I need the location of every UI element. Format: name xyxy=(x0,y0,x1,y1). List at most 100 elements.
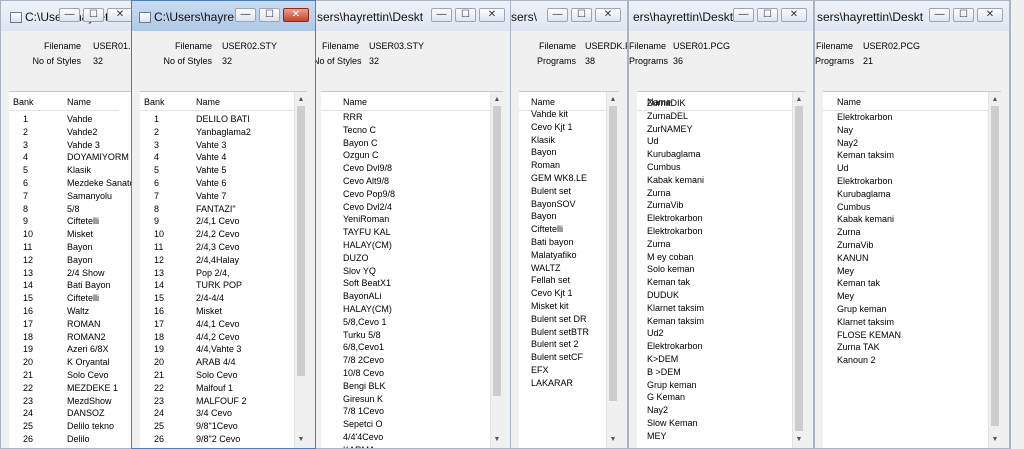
column-header-bank[interactable]: Bank xyxy=(13,97,34,107)
list-row[interactable]: 21 Solo Cevo xyxy=(9,370,119,383)
column-header-name[interactable]: Name xyxy=(343,97,367,107)
list-row[interactable]: Bulent set DR xyxy=(519,314,607,327)
list-row[interactable]: Elektrokarbon xyxy=(637,226,793,239)
list-row[interactable]: Nay xyxy=(823,125,989,138)
list-row[interactable]: 18 4/4,2 Cevo xyxy=(140,332,295,345)
scroll-up-arrow[interactable]: ▲ xyxy=(295,94,307,106)
list-row[interactable]: 14 TURK POP xyxy=(140,280,295,293)
list-row[interactable]: Malatyafiko xyxy=(519,250,607,263)
list-row[interactable]: KARMA xyxy=(321,445,491,448)
list-row[interactable]: 10 Misket xyxy=(9,229,119,242)
minimize-button[interactable]: — xyxy=(59,8,80,22)
maximize-button[interactable]: ☐ xyxy=(83,8,104,22)
list-row[interactable]: Cevo Kjt 1 xyxy=(519,122,607,135)
list-row[interactable]: Kurubaglama xyxy=(823,189,989,202)
list-row[interactable]: 8 5/8 xyxy=(9,204,119,217)
list-row[interactable]: Kabak kemani xyxy=(823,214,989,227)
maximize-button[interactable]: ☐ xyxy=(259,8,280,22)
close-button[interactable]: ✕ xyxy=(107,8,133,22)
list-row[interactable]: 4 DOYAMIYORM xyxy=(9,152,129,165)
list-row[interactable]: Cevo Pop9/8 xyxy=(321,189,491,202)
list-row[interactable]: 13 Pop 2/4, xyxy=(140,268,295,281)
list-row[interactable]: 25 9/8"1Cevo xyxy=(140,421,295,434)
list-row[interactable]: Mey xyxy=(823,266,989,279)
list-row[interactable]: Tecno C xyxy=(321,125,491,138)
vertical-scrollbar[interactable]: ▲ ▼ xyxy=(792,92,805,448)
minimize-button[interactable]: — xyxy=(431,8,452,22)
maximize-button[interactable]: ☐ xyxy=(757,8,778,22)
window-5[interactable]: ers\hayrettin\Deskt — ☐ ✕ Filename USER01.PCG… xyxy=(628,0,814,449)
list-row[interactable]: Slow Keman xyxy=(637,418,793,431)
list-row[interactable]: Zurna xyxy=(823,227,989,240)
window-6[interactable]: sers\hayrettin\Deskt — ☐ ✕ Filename USER02.PC… xyxy=(814,0,1010,449)
list-row[interactable]: Bayon xyxy=(519,147,607,160)
list-row[interactable]: 7 Vahte 7 xyxy=(140,191,295,204)
list-row[interactable]: Ud2 xyxy=(637,328,793,341)
list-row[interactable]: 21 Solo Cevo xyxy=(140,370,295,383)
vertical-scrollbar[interactable]: ▲ ▼ xyxy=(490,92,503,448)
list-row[interactable]: GEM WK8.LE xyxy=(519,173,607,186)
list-row[interactable]: Kurubaglama xyxy=(637,149,793,162)
list-row[interactable]: FLOSE KEMAN xyxy=(823,330,989,343)
scroll-up-arrow[interactable]: ▲ xyxy=(607,94,619,106)
column-header-bank[interactable]: Bank xyxy=(144,97,165,107)
scroll-up-arrow[interactable]: ▲ xyxy=(989,94,1001,106)
list-row[interactable]: Ozgun C xyxy=(321,150,491,163)
list-row[interactable]: Bulent setCF xyxy=(519,352,607,365)
list-row[interactable]: KANUN xyxy=(823,253,989,266)
title-bar[interactable]: C:\Users\hayrettin\Deskt—☐✕ xyxy=(1,1,139,31)
window-3[interactable]: sers\hayrettin\Deskt — ☐ ✕ Filename USER03.ST… xyxy=(312,0,512,449)
list-row[interactable]: Klasik xyxy=(519,135,607,148)
list-row[interactable]: 6 Vahte 6 xyxy=(140,178,295,191)
list-row[interactable]: 25 Delilo tekno xyxy=(9,421,119,434)
list-row[interactable]: Bayon xyxy=(519,211,607,224)
list-row[interactable]: Misket kit xyxy=(519,301,607,314)
scroll-thumb[interactable] xyxy=(297,106,305,376)
minimize-button[interactable]: — xyxy=(547,8,568,22)
list-row[interactable]: 2 Yanbaglama2 xyxy=(140,127,295,140)
list-row[interactable]: ZurnaDEL xyxy=(637,111,793,124)
list-row[interactable]: 4/4'4Cevo xyxy=(321,432,491,445)
list-row[interactable]: 23 MALFOUF 2 xyxy=(140,396,295,409)
list-row[interactable]: 26 Delilo xyxy=(9,434,119,447)
list-row[interactable]: G Keman xyxy=(637,392,793,405)
list-row[interactable]: Nay2 xyxy=(823,138,989,151)
list-row[interactable]: Klarnet taksim xyxy=(637,303,793,316)
title-bar[interactable]: sers\ — ☐ ✕ xyxy=(511,1,627,31)
scroll-down-arrow[interactable]: ▼ xyxy=(607,434,619,446)
list-row[interactable]: TAYFU KAL xyxy=(321,227,491,240)
scroll-down-arrow[interactable]: ▼ xyxy=(989,434,1001,446)
list-row[interactable]: 4 Vahte 4 xyxy=(140,152,295,165)
scroll-thumb[interactable] xyxy=(609,106,617,401)
list-row[interactable]: Nay2 xyxy=(637,405,793,418)
list-row[interactable]: EFX xyxy=(519,365,607,378)
list-row[interactable]: Turku 5/8 xyxy=(321,330,491,343)
style-list[interactable]: Name Elektrokarbon Nay Nay2 Keman taksim Ud El… xyxy=(823,91,1001,448)
minimize-button[interactable]: — xyxy=(733,8,754,22)
list-row[interactable]: Giresun K xyxy=(321,394,491,407)
list-row[interactable]: 18 ROMAN2 xyxy=(9,332,119,345)
list-row[interactable]: DUZO xyxy=(321,253,491,266)
list-row[interactable]: HALAY(CM) xyxy=(321,240,491,253)
list-row[interactable]: 19 Azeri 6/8X xyxy=(9,344,119,357)
list-row[interactable]: 10 2/4,2 Cevo xyxy=(140,229,295,242)
list-row[interactable]: Fellah set xyxy=(519,275,607,288)
list-row[interactable]: Grup keman xyxy=(637,380,793,393)
list-row[interactable]: 16 Waltz xyxy=(9,306,119,319)
scroll-down-arrow[interactable]: ▼ xyxy=(491,434,503,446)
list-row[interactable]: 10/8 Cevo xyxy=(321,368,491,381)
title-bar[interactable]: sers\hayrettin\Deskt — ☐ ✕ xyxy=(815,1,1009,31)
list-row[interactable]: Cumbus xyxy=(823,202,989,215)
list-row[interactable]: 22 Malfouf 1 xyxy=(140,383,295,396)
style-list[interactable]: Name RRR Tecno C Bayon C Ozgun C Cevo Dvl9/8 C… xyxy=(321,91,503,448)
list-row[interactable]: Roman xyxy=(519,160,607,173)
window-4[interactable]: sers\ —☐✕ Filename USERDK.PCG Programs 38 Name… xyxy=(510,0,628,449)
list-row[interactable]: Elektrokarbon xyxy=(637,213,793,226)
list-row[interactable]: 17 4/4,1 Cevo xyxy=(140,319,295,332)
list-row[interactable]: 16 Misket xyxy=(140,306,295,319)
list-row[interactable]: 8 FANTAZI" xyxy=(140,204,295,217)
list-row[interactable]: 1 Vahde xyxy=(9,114,119,127)
scroll-thumb[interactable] xyxy=(795,106,803,431)
list-row[interactable]: Keman taksim xyxy=(823,150,989,163)
list-row[interactable]: RRR xyxy=(321,112,491,125)
